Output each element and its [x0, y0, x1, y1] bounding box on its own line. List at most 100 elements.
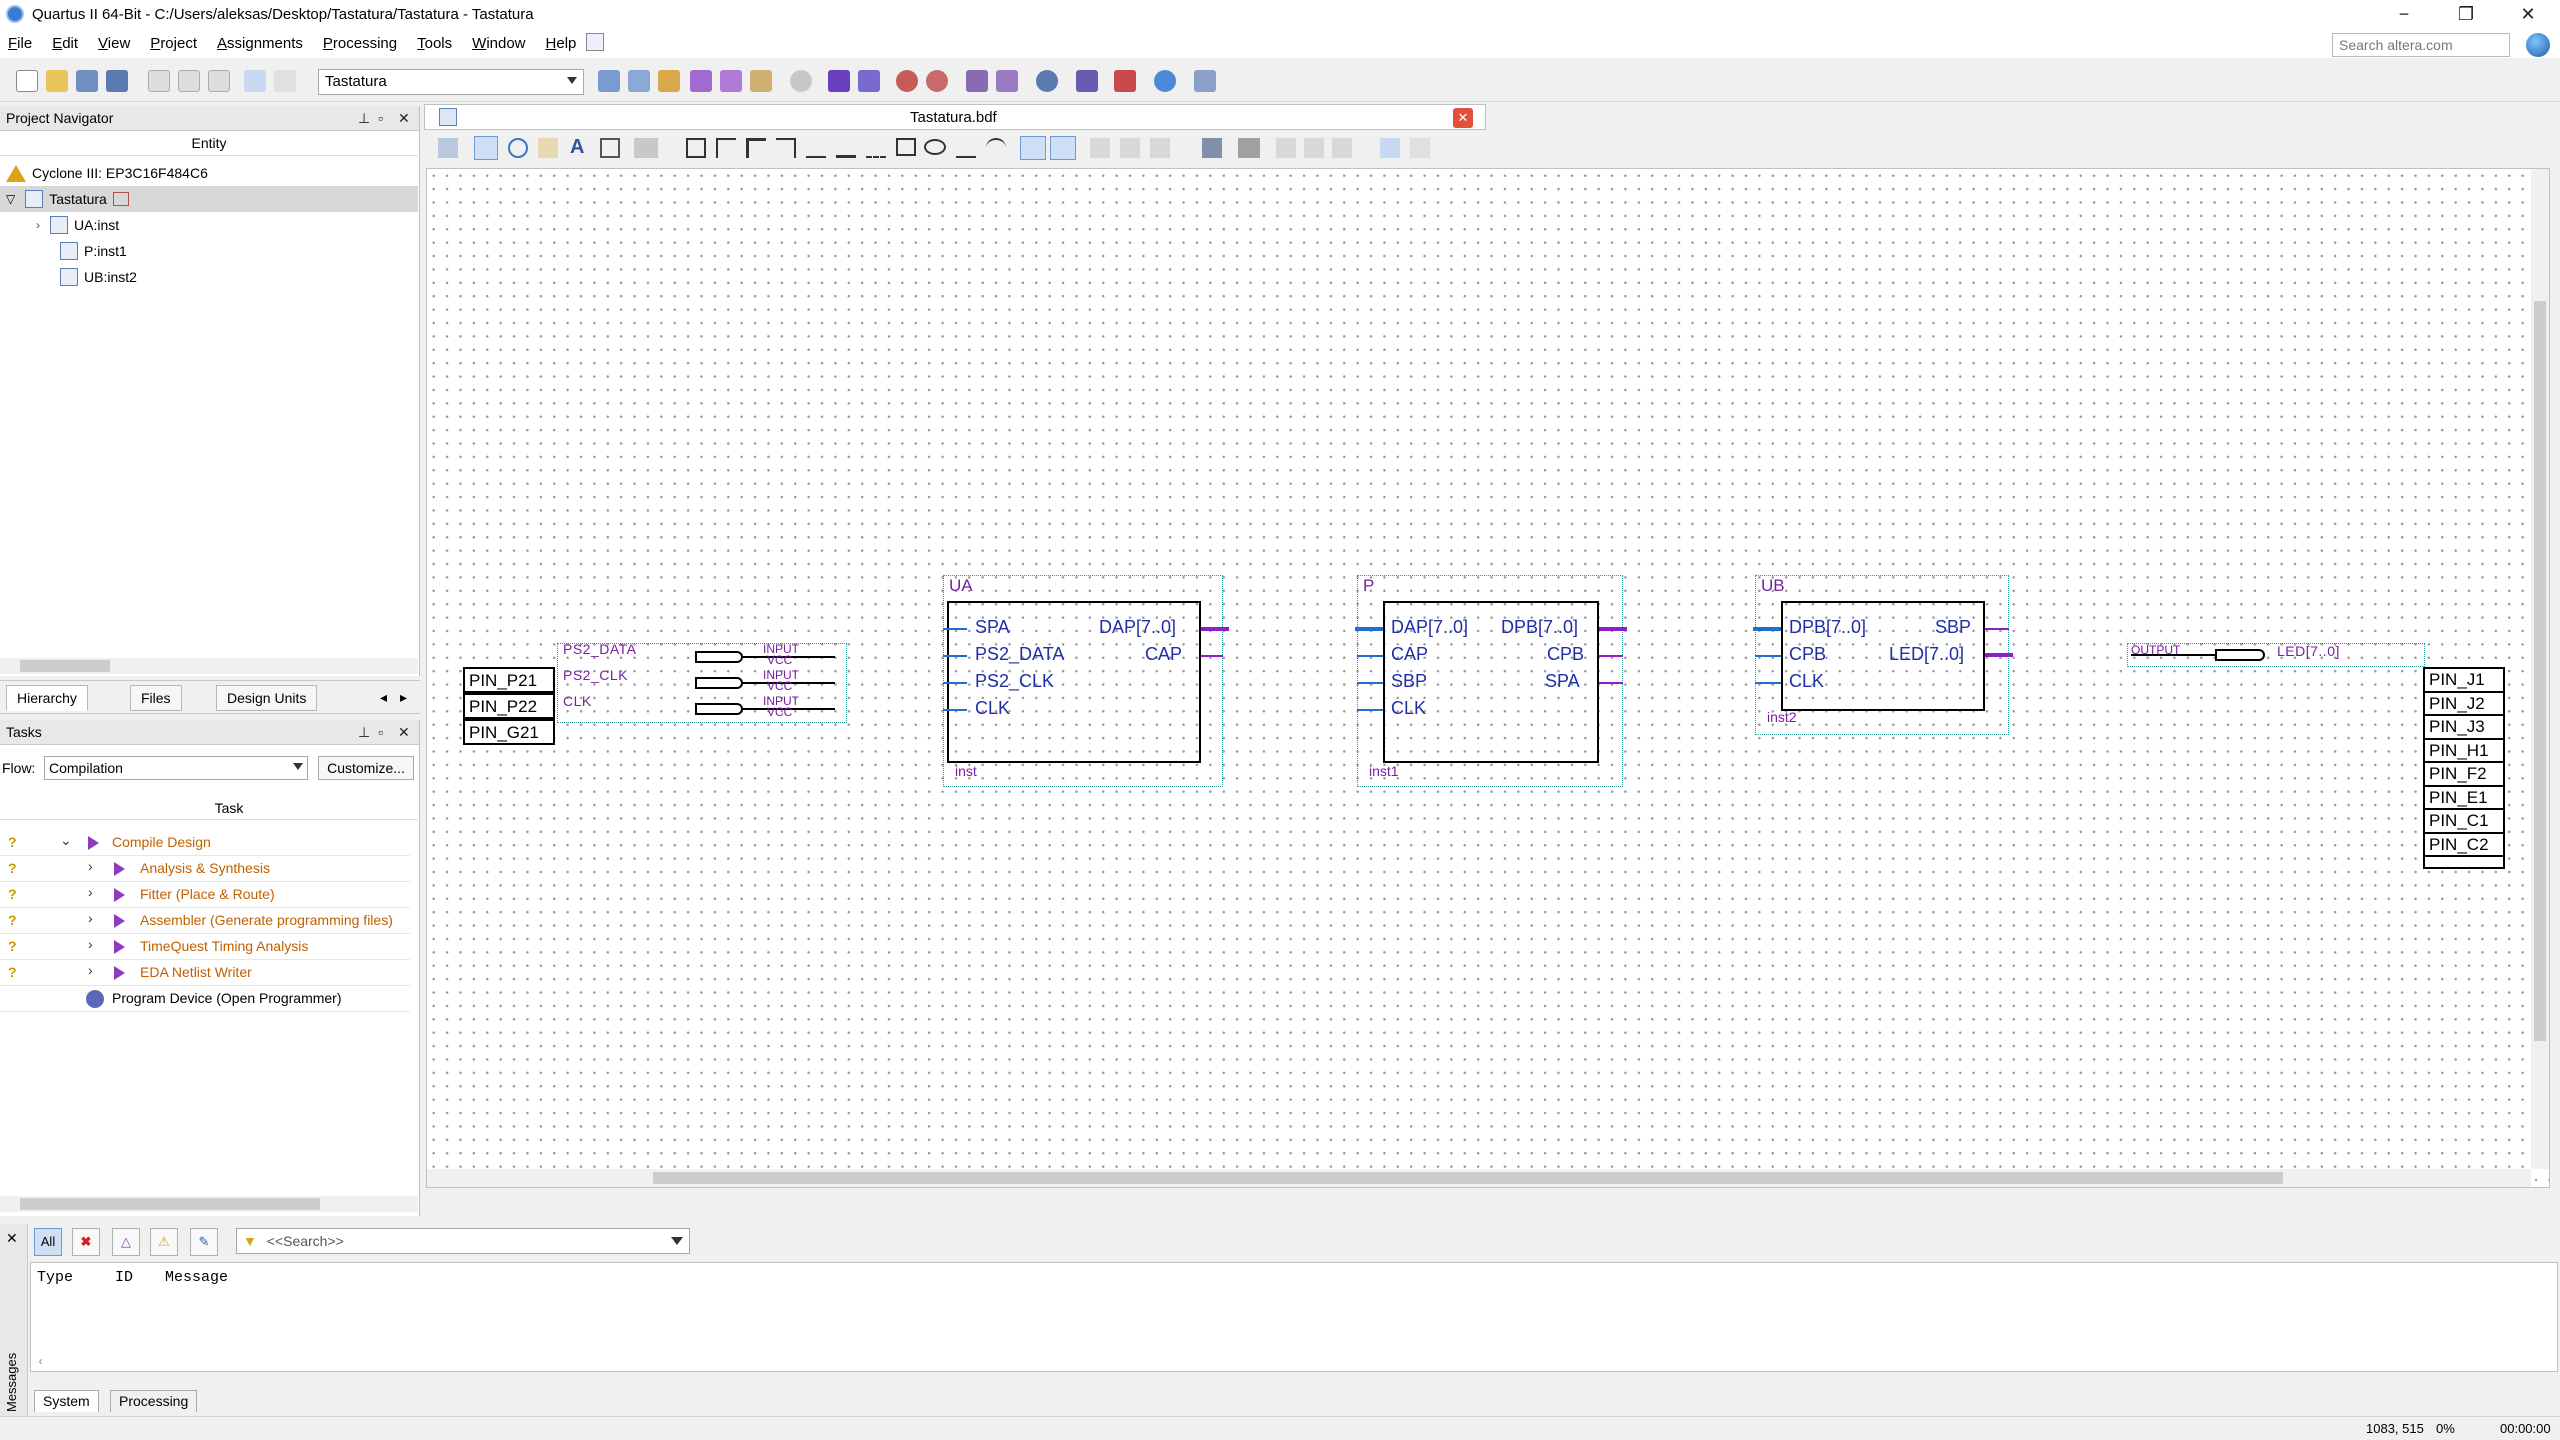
orthogonal-bus-icon[interactable]	[746, 138, 766, 158]
rubberbanding-icon[interactable]	[1020, 136, 1046, 160]
flip-horizontal-icon[interactable]	[1090, 138, 1110, 158]
diagonal-bus-icon[interactable]	[836, 138, 856, 158]
tab-processing[interactable]: Processing	[110, 1390, 198, 1412]
input-pin-location[interactable]: PIN_G21	[463, 719, 555, 745]
menu-edit[interactable]: Edit	[52, 35, 78, 52]
orthogonal-node-icon[interactable]	[716, 138, 736, 158]
line-tool-icon[interactable]	[956, 138, 976, 158]
output-port-symbol[interactable]	[2215, 649, 2265, 661]
scroll-thumb[interactable]	[653, 1172, 2283, 1184]
output-pin-location[interactable]: PIN_C2	[2425, 834, 2503, 857]
help-search-icon[interactable]	[586, 33, 604, 51]
task-row-eda[interactable]: ? › EDA Netlist Writer	[0, 960, 410, 986]
open-folder-icon[interactable]	[46, 70, 68, 92]
tab-hierarchy[interactable]: Hierarchy	[6, 685, 88, 711]
canvas-hscrollbar[interactable]	[427, 1169, 2531, 1187]
close-panel-icon[interactable]: ✕	[398, 110, 410, 127]
suppressed-filter-icon[interactable]: ✎	[190, 1228, 218, 1256]
globe-icon[interactable]	[2526, 33, 2550, 57]
save-all-icon[interactable]	[106, 70, 128, 92]
customize-button[interactable]: Customize...	[318, 756, 414, 780]
output-pin-location[interactable]: PIN_J2	[2425, 693, 2503, 716]
paste-icon[interactable]	[1332, 138, 1352, 158]
menu-processing[interactable]: Processing	[323, 35, 397, 52]
tab-files[interactable]: Files	[130, 685, 182, 711]
new-file-icon[interactable]	[16, 70, 38, 92]
copy-icon[interactable]	[1304, 138, 1324, 158]
chip-icon[interactable]	[1076, 70, 1098, 92]
input-pin-location[interactable]: PIN_P22	[463, 693, 555, 719]
close-panel-icon[interactable]: ✕	[6, 1230, 18, 1247]
rectangle-tool-icon[interactable]	[896, 138, 916, 156]
start-compilation-icon[interactable]	[828, 70, 850, 92]
float-icon[interactable]: ▫	[378, 724, 383, 740]
output-pin-location[interactable]: PIN_J1	[2425, 669, 2503, 693]
task-row-fitter[interactable]: ? › Fitter (Place & Route)	[0, 882, 410, 908]
timing-icon[interactable]	[896, 70, 918, 92]
schematic-canvas[interactable]: PIN_P21 PIN_P22 PIN_G21 PS2_DATA PS2_CLK…	[426, 168, 2550, 1188]
timequest-icon[interactable]	[926, 70, 948, 92]
error-filter-icon[interactable]: ✖	[72, 1228, 100, 1256]
stop-icon[interactable]	[790, 70, 812, 92]
close-button[interactable]: ✕	[2498, 0, 2558, 28]
task-row-compile[interactable]: ? ⌄ Compile Design	[0, 830, 410, 856]
rotate-icon[interactable]	[1150, 138, 1170, 158]
analysis-icon[interactable]	[858, 70, 880, 92]
menu-file[interactable]: File	[8, 35, 32, 52]
pin-icon[interactable]: ⊥	[358, 724, 370, 741]
task-row-synthesis[interactable]: ? › Analysis & Synthesis	[0, 856, 410, 882]
partial-line-select-icon[interactable]	[1050, 136, 1076, 160]
help-icon[interactable]	[1154, 70, 1176, 92]
menu-project[interactable]: Project	[150, 35, 197, 52]
save-icon[interactable]	[1202, 138, 1222, 158]
scroll-thumb[interactable]	[20, 660, 110, 672]
chevron-right-icon[interactable]: ▸	[400, 689, 407, 706]
menu-help[interactable]: Help	[546, 35, 577, 52]
column-message[interactable]: Message	[165, 1269, 228, 1286]
flow-select[interactable]: Compilation	[44, 756, 308, 780]
save-icon[interactable]	[76, 70, 98, 92]
settings-icon[interactable]	[750, 70, 772, 92]
selection-tool-icon[interactable]	[474, 136, 498, 160]
tree-item-ua[interactable]: › UA:inst	[36, 212, 119, 238]
diagonal-conduit-icon[interactable]	[866, 138, 886, 158]
conduit-tool-icon[interactable]	[776, 138, 796, 158]
tab-system[interactable]: System	[34, 1390, 99, 1412]
tree-item-p[interactable]: P:inst1	[60, 238, 127, 264]
pin-planner-icon[interactable]	[628, 70, 650, 92]
assignment-editor-icon[interactable]	[690, 70, 712, 92]
close-tab-icon[interactable]: ✕	[1453, 108, 1473, 128]
output-pin-locations[interactable]: PIN_J1 PIN_J2 PIN_J3 PIN_H1 PIN_F2 PIN_E…	[2423, 667, 2505, 869]
critical-warning-filter-icon[interactable]: △	[112, 1228, 140, 1256]
chip-planner-icon[interactable]	[658, 70, 680, 92]
rtl-viewer-icon[interactable]	[966, 70, 988, 92]
hand-tool-icon[interactable]	[538, 138, 558, 158]
editor-file-tab[interactable]: Tastatura.bdf	[910, 109, 997, 126]
search-input[interactable]: Search altera.com	[2332, 33, 2510, 57]
task-row-program[interactable]: Program Device (Open Programmer)	[0, 986, 410, 1012]
project-select[interactable]: Tastatura	[318, 69, 584, 95]
detach-window-icon[interactable]	[438, 138, 458, 158]
diagonal-node-icon[interactable]	[806, 138, 826, 158]
float-icon[interactable]: ▫	[378, 110, 383, 126]
copy-icon[interactable]	[178, 70, 200, 92]
redo-icon[interactable]	[1410, 138, 1430, 158]
navigator-hscrollbar[interactable]	[0, 658, 418, 674]
filter-all-button[interactable]: All	[34, 1228, 62, 1256]
tasks-hscrollbar[interactable]	[0, 1196, 418, 1212]
redo-icon[interactable]	[274, 70, 296, 92]
cut-icon[interactable]	[1276, 138, 1296, 158]
whats-this-icon[interactable]	[1194, 70, 1216, 92]
zoom-tool-icon[interactable]	[508, 138, 528, 158]
output-pin-location[interactable]: PIN_H1	[2425, 740, 2503, 763]
menu-view[interactable]: View	[98, 35, 130, 52]
task-row-timequest[interactable]: ? › TimeQuest Timing Analysis	[0, 934, 410, 960]
input-port-symbol[interactable]	[695, 677, 743, 689]
undo-icon[interactable]	[1380, 138, 1400, 158]
pin-assign-icon[interactable]	[720, 70, 742, 92]
chevron-left-icon[interactable]: ◂	[380, 689, 387, 706]
menu-assignments[interactable]: Assignments	[217, 35, 303, 52]
paste-icon[interactable]	[208, 70, 230, 92]
text-tool-icon[interactable]: A	[570, 136, 584, 159]
restore-button[interactable]: ❐	[2436, 0, 2496, 28]
